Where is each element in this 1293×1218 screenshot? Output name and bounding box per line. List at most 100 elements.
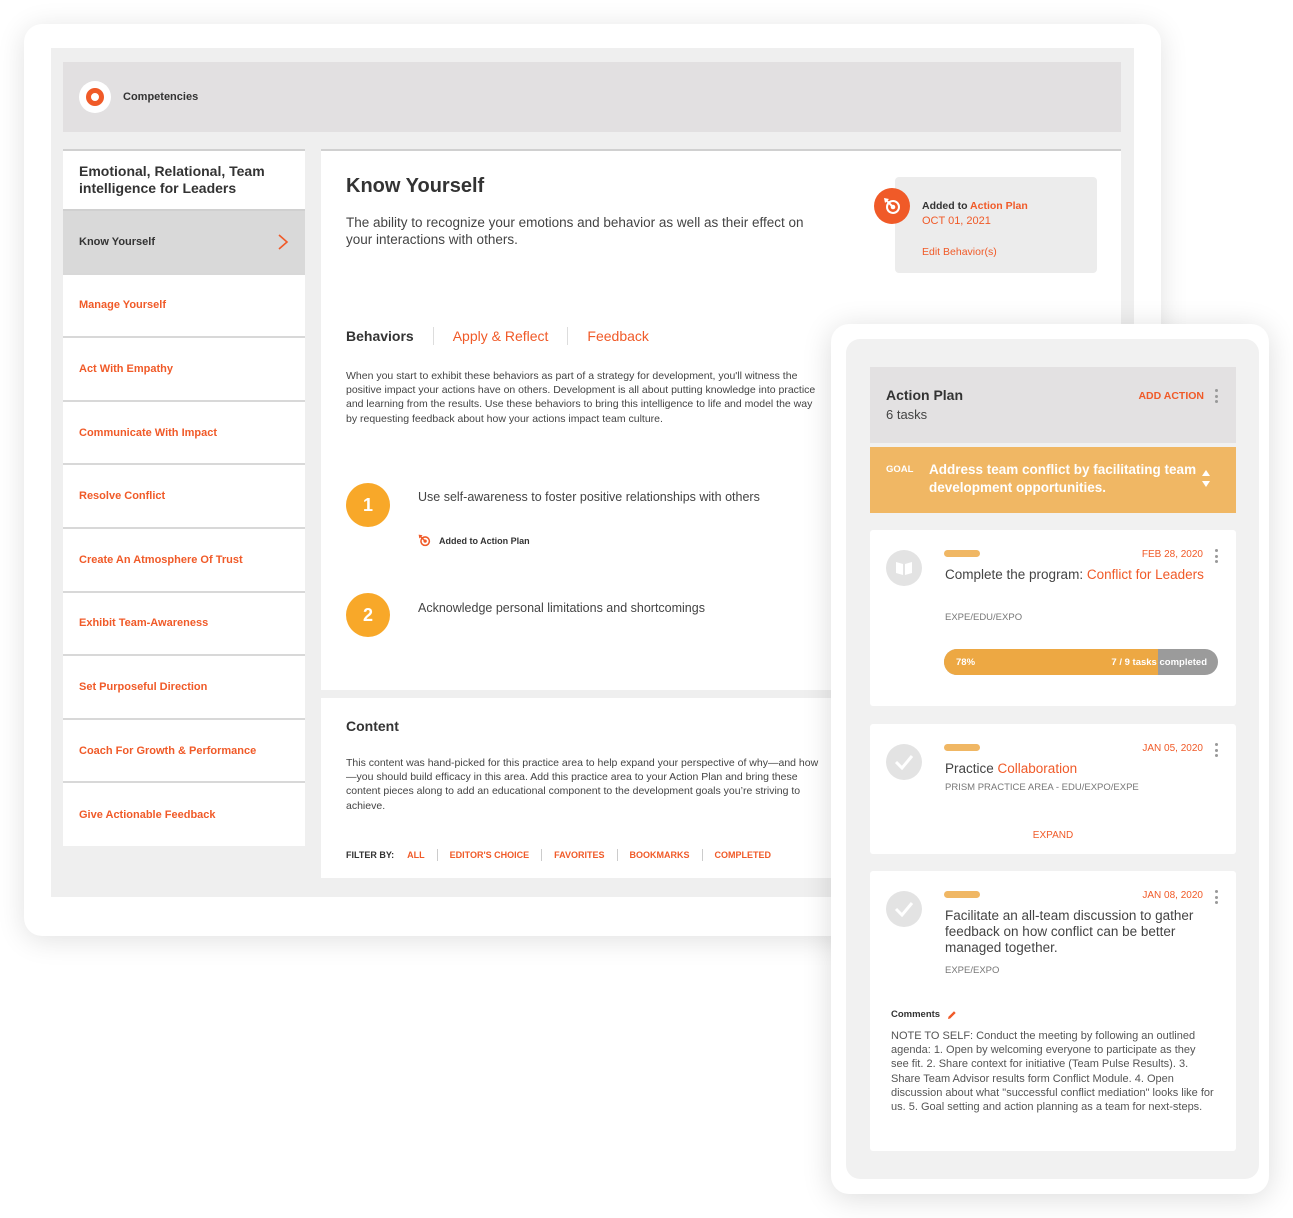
more-options-icon[interactable] — [1215, 890, 1219, 904]
sidebar-item-label: Manage Yourself — [79, 299, 167, 312]
target-icon — [874, 188, 910, 224]
sidebar-item-create-atmosphere-of-trust[interactable]: Create An Atmosphere Of Trust — [63, 529, 305, 593]
sidebar-item-label: Know Yourself — [79, 235, 155, 248]
chevron-right-icon — [278, 234, 289, 250]
task-card[interactable]: JAN 05, 2020 Practice Collaboration PRIS… — [870, 724, 1236, 854]
app-logo[interactable] — [79, 81, 111, 113]
task-title-text: Practice — [945, 761, 998, 776]
tab-behaviors[interactable]: Behaviors — [346, 328, 414, 344]
filter-divider — [701, 849, 703, 861]
sidebar-title: Emotional, Relational, Team intelligence… — [63, 151, 305, 211]
task-card[interactable]: JAN 08, 2020 Facilitate an all-team disc… — [870, 871, 1236, 1151]
filter-bookmarks[interactable]: BOOKMARKS — [630, 850, 690, 860]
filter-divider — [616, 849, 618, 861]
book-icon — [896, 562, 912, 575]
sidebar-item-label: Set Purposeful Direction — [79, 680, 208, 693]
action-plan-task-count: 6 tasks — [886, 407, 928, 422]
task-date: JAN 05, 2020 — [1142, 743, 1203, 754]
filter-label: FILTER BY: — [346, 850, 395, 860]
task-title: Complete the program: Conflict for Leade… — [945, 567, 1210, 583]
app-title: Competencies — [123, 91, 199, 103]
task-category-pill — [944, 744, 980, 751]
task-type-badge — [886, 550, 922, 586]
task-title: Practice Collaboration — [945, 761, 1210, 777]
action-plan-link[interactable]: Action Plan — [970, 200, 1028, 212]
expand-button[interactable]: EXPAND — [870, 830, 1236, 841]
content-title: Content — [346, 718, 399, 734]
task-card[interactable]: FEB 28, 2020 Complete the program: Confl… — [870, 530, 1236, 706]
filter-divider — [436, 849, 438, 861]
comments-text: NOTE TO SELF: Conduct the meeting by fol… — [891, 1030, 1214, 1114]
sidebar-item-label: Act With Empathy — [79, 362, 174, 375]
sidebar-item-give-actionable-feedback[interactable]: Give Actionable Feedback — [63, 783, 305, 847]
sidebar-item-communicate-with-impact[interactable]: Communicate With Impact — [63, 402, 305, 466]
behavior-added-label: Added to Action Plan — [439, 535, 530, 546]
edit-behaviors-link[interactable]: Edit Behavior(s) — [922, 246, 997, 258]
pencil-icon[interactable] — [947, 1010, 957, 1020]
more-options-icon[interactable] — [1215, 549, 1219, 563]
sort-arrows-icon[interactable] — [1201, 469, 1211, 489]
filter-favorites[interactable]: FAVORITES — [554, 850, 604, 860]
task-date: JAN 08, 2020 — [1142, 890, 1203, 901]
added-date: OCT 01, 2021 — [922, 215, 991, 227]
sidebar-item-resolve-conflict[interactable]: Resolve Conflict — [63, 465, 305, 529]
behavior-added-status: Added to Action Plan — [418, 534, 530, 547]
behavior-number-badge: 2 — [346, 593, 390, 637]
goal-selector[interactable]: GOAL Address team conflict by facilitati… — [870, 447, 1236, 513]
filter-completed[interactable]: COMPLETED — [715, 850, 772, 860]
tab-apply-reflect[interactable]: Apply & Reflect — [453, 328, 549, 344]
behavior-tabs: Behaviors Apply & Reflect Feedback — [346, 327, 649, 345]
sidebar-item-label: Communicate With Impact — [79, 426, 218, 439]
progress-tasks-label: 7 / 9 tasks completed — [1111, 657, 1207, 668]
added-to-action-plan-label: Added to Action Plan — [922, 200, 1028, 212]
task-date: FEB 28, 2020 — [1141, 549, 1203, 560]
action-plan-title: Action Plan — [886, 387, 964, 403]
behavior-text: Use self-awareness to foster positive re… — [418, 490, 760, 504]
action-plan-header: Action Plan 6 tasks ADD ACTION — [870, 367, 1236, 443]
task-status-badge — [886, 891, 922, 927]
behavior-number-badge: 1 — [346, 483, 390, 527]
task-subtitle: EXPE/EXPO — [945, 965, 1000, 976]
check-icon — [894, 755, 914, 770]
sidebar-item-label: Create An Atmosphere Of Trust — [79, 553, 243, 566]
tab-divider — [432, 327, 434, 345]
check-icon — [894, 902, 914, 917]
behavior-text: Acknowledge personal limitations and sho… — [418, 601, 705, 615]
tab-divider — [567, 327, 569, 345]
sidebar-item-label: Exhibit Team-Awareness — [79, 617, 209, 630]
content-filter-bar: FILTER BY: ALL EDITOR'S CHOICE FAVORITES… — [346, 849, 771, 861]
add-action-button[interactable]: ADD ACTION — [1138, 390, 1204, 402]
added-prefix: Added to — [922, 200, 971, 212]
sidebar-item-label: Give Actionable Feedback — [79, 809, 216, 822]
target-icon — [418, 534, 431, 547]
filter-editors-choice[interactable]: EDITOR'S CHOICE — [450, 850, 529, 860]
app-header: Competencies — [63, 62, 1121, 132]
task-subtitle: PRISM PRACTICE AREA - EDU/EXPO/EXPE — [945, 782, 1139, 793]
more-options-icon[interactable] — [1215, 743, 1219, 757]
sidebar-item-coach-for-growth[interactable]: Coach For Growth & Performance — [63, 720, 305, 784]
goal-label: GOAL — [886, 464, 914, 475]
practice-link[interactable]: Collaboration — [998, 761, 1078, 776]
page-title: Know Yourself — [346, 175, 485, 197]
tab-feedback[interactable]: Feedback — [587, 328, 648, 344]
competency-sidebar: Emotional, Relational, Team intelligence… — [63, 149, 305, 846]
sidebar-item-manage-yourself[interactable]: Manage Yourself — [63, 275, 305, 339]
program-link[interactable]: Conflict for Leaders — [1087, 567, 1204, 582]
sidebar-item-exhibit-team-awareness[interactable]: Exhibit Team-Awareness — [63, 593, 305, 657]
more-options-icon[interactable] — [1215, 389, 1219, 403]
progress-percent: 78% — [956, 657, 976, 668]
mobile-screen: Action Plan 6 tasks ADD ACTION GOAL Addr… — [846, 339, 1259, 1179]
sidebar-item-label: Coach For Growth & Performance — [79, 744, 257, 757]
filter-divider — [541, 849, 543, 861]
task-category-pill — [944, 891, 980, 898]
sidebar-item-know-yourself[interactable]: Know Yourself — [63, 211, 305, 275]
goal-text: Address team conflict by facilitating te… — [929, 462, 1197, 495]
filter-all[interactable]: ALL — [407, 850, 425, 860]
sidebar-item-act-with-empathy[interactable]: Act With Empathy — [63, 338, 305, 402]
behaviors-description: When you start to exhibit these behavior… — [346, 370, 816, 425]
task-subtitle: EXPE/EDU/EXPO — [945, 612, 1023, 623]
task-title: Facilitate an all-team discussion to gat… — [945, 908, 1194, 955]
sidebar-item-set-purposeful-direction[interactable]: Set Purposeful Direction — [63, 656, 305, 720]
comments-label: Comments — [891, 1009, 957, 1020]
logo-ring-icon — [86, 88, 104, 106]
